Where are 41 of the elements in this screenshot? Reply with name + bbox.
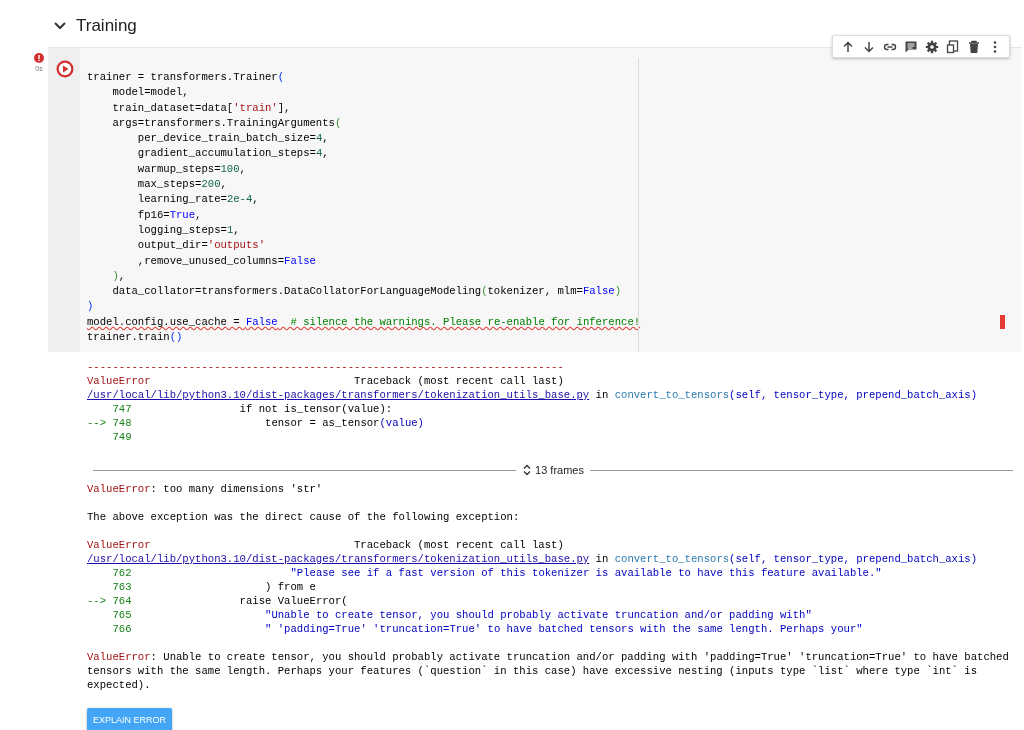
code-line: trainer.train() xyxy=(87,330,183,346)
output-line: ValueError: too many dimensions 'str' xyxy=(87,482,323,496)
output-line: 766 " 'padding=True' 'truncation=True' to have batched tensors with the same length. Perhaps your" xyxy=(111,622,863,636)
code-line: ,remove_unused_columns=False xyxy=(136,253,316,269)
code-line: ), xyxy=(111,268,126,284)
output-line: /usr/local/lib/python3.10/dist-packages/transformers/tokenization_utils_base.py in convert_to_tensors(self, tensor_type, prepend_batch_axis) xyxy=(87,552,978,566)
output-line: --> 764 raise ValueError( xyxy=(87,594,348,608)
output-line: 762 "Please see if a fast version of this tokenizer is available to have this feature available." xyxy=(111,566,882,580)
delete-icon[interactable] xyxy=(966,39,981,54)
code-line: per_device_train_batch_size=4, xyxy=(136,131,329,147)
output-line: --------------------------------------------------------------------------- xyxy=(87,360,564,374)
tab-window-icon[interactable] xyxy=(945,39,960,54)
code-line: learning_rate=2e-4, xyxy=(136,192,259,208)
section-title: Training xyxy=(76,14,137,37)
output-line: /usr/local/lib/python3.10/dist-packages/transformers/tokenization_utils_base.py in convert_to_tensors(self, tensor_type, prepend_batch_axis) xyxy=(87,388,978,402)
output-line: 765 "Unable to create tensor, you should probably activate truncation and/or padding with" xyxy=(111,608,812,622)
code-line: max_steps=200, xyxy=(136,177,227,193)
error-message: ValueError: Unable to create tensor, you should probably activate truncation and/or padding with 'padding=True' 'truncation=True' to have batched tensors with the same length. Perhaps your features (`question` in this case) have excessive nesting (inputs type `list` where type `int` is expected). xyxy=(87,650,1010,692)
code-line: warmup_steps=100, xyxy=(136,161,246,177)
code-line: train_dataset=data['train'], xyxy=(111,100,291,116)
code-line: args=transformers.TrainingArguments( xyxy=(111,115,342,131)
code-line: trainer = transformers.Trainer( xyxy=(87,70,285,85)
expand-icon xyxy=(522,464,533,476)
output-line: ValueError Traceback (most recent call last) xyxy=(87,538,564,552)
output-line: The above exception was the direct cause of the following exception: xyxy=(87,510,520,524)
output-line: 749 xyxy=(111,430,132,444)
code-line: gradient_accumulation_steps=4, xyxy=(136,146,329,162)
output-line: 763 ) from e xyxy=(111,580,316,594)
code-line: logging_steps=1, xyxy=(136,222,240,238)
code-line: ) xyxy=(87,299,94,315)
output-line: 747 if not is_tensor(value): xyxy=(111,402,393,416)
settings-icon[interactable] xyxy=(924,39,939,54)
comment-icon[interactable] xyxy=(903,39,918,54)
output-line: ValueError Traceback (most recent call last) xyxy=(87,374,564,388)
code-line: data_collator=transformers.DataCollatorForLanguageModeling(tokenizer, mlm=False) xyxy=(111,284,622,300)
code-line: output_dir='outputs' xyxy=(136,238,265,254)
frames-toggle[interactable]: 13 frames xyxy=(516,463,590,477)
output-line: --> 748 tensor = as_tensor(value) xyxy=(87,416,424,430)
code-line: model=model, xyxy=(111,85,189,101)
code-line: model.config.use_cache = False # silence the warnings. Please re-enable for inference! xyxy=(87,314,641,330)
code-line: fp16=True, xyxy=(136,207,202,223)
